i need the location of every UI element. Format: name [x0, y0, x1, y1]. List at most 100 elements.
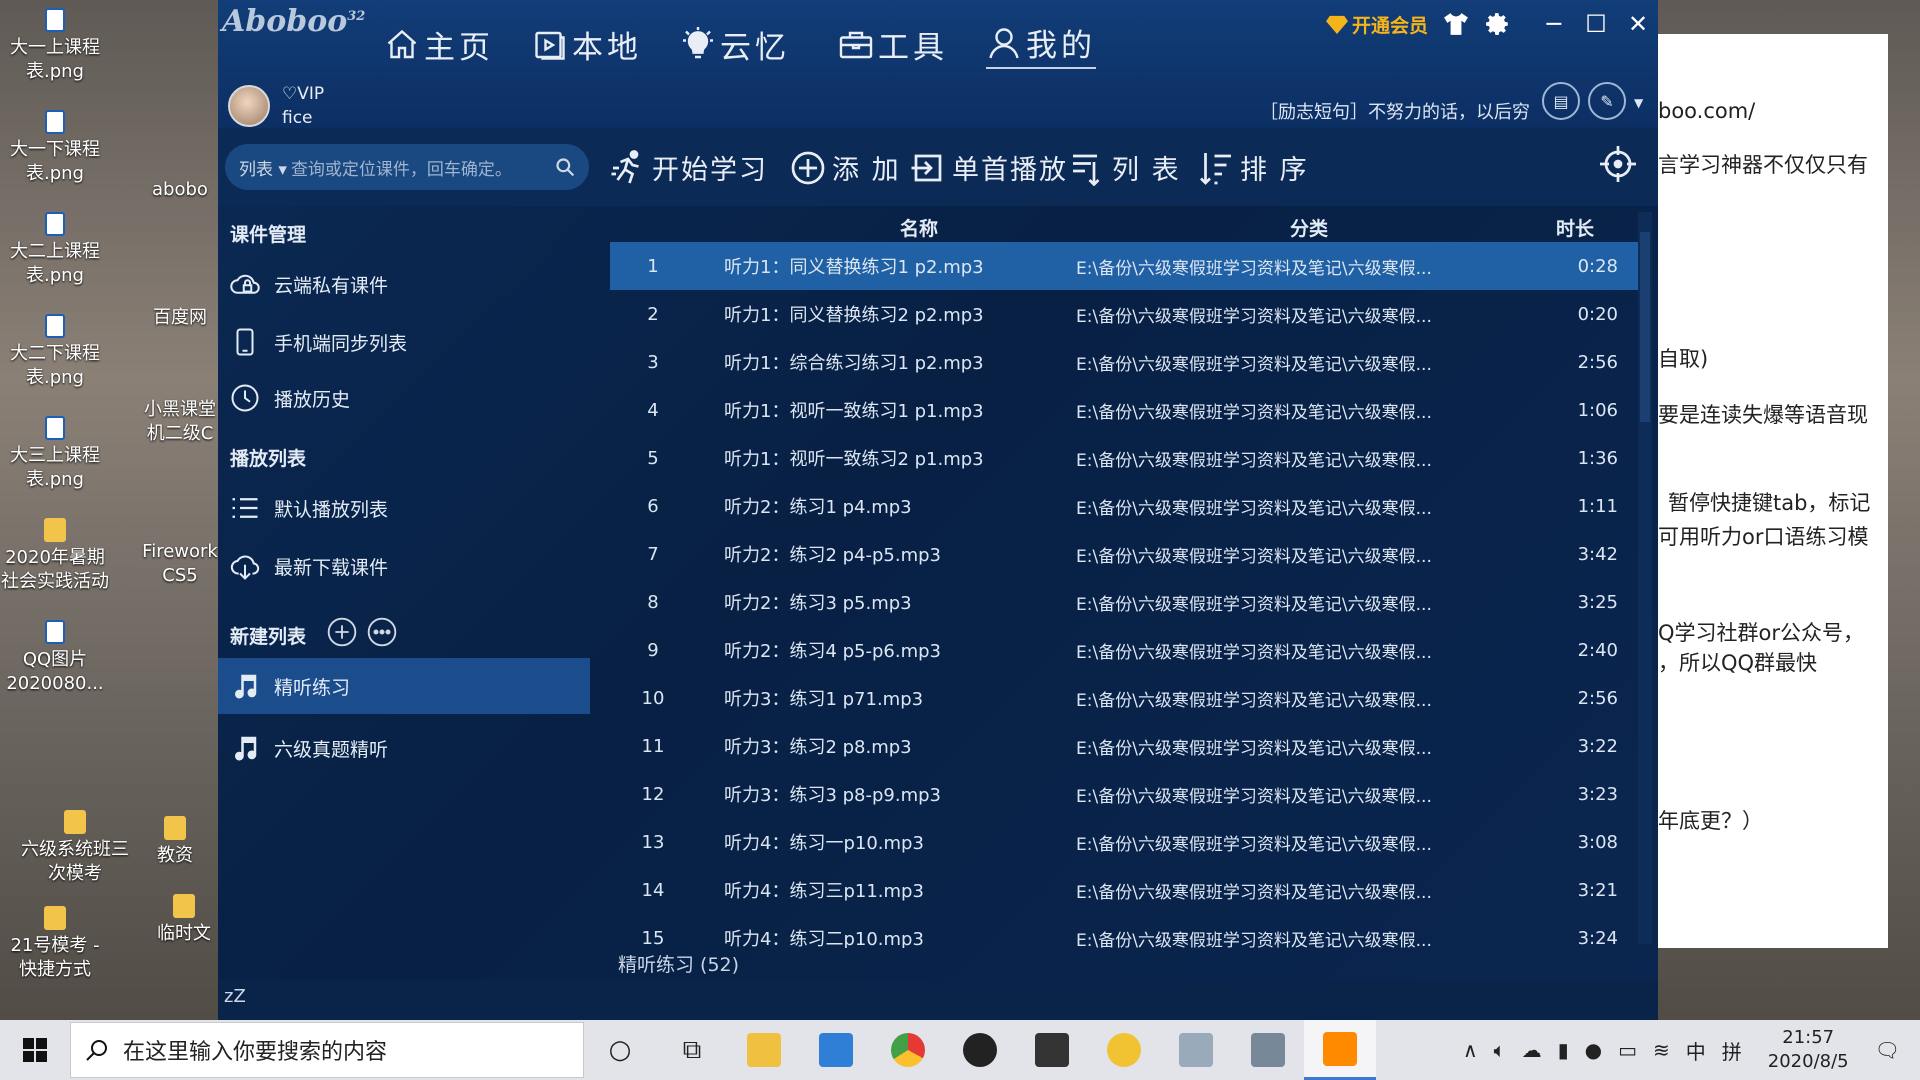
desktop-icon-app[interactable]: Firework CS5 [140, 540, 220, 588]
table-row[interactable]: 1 听力1：同义替换练习1 p2.mp3 E:\备份\六级寒假班学习资料及笔记\六级… [610, 242, 1642, 290]
table-row[interactable]: 15 听力4：练习二p10.mp3 E:\备份\六级寒假班学习资料及笔记\六级寒假.… [610, 914, 1642, 949]
table-row[interactable]: 12 听力3：练习3 p8-p9.mp3 E:\备份\六级寒假班学习资料及笔记\六级… [610, 770, 1642, 818]
ime-indicator[interactable]: 中 [1686, 1036, 1706, 1065]
start-button[interactable] [0, 1020, 70, 1080]
table-row[interactable]: 2 听力1：同义替换练习2 p2.mp3 E:\备份\六级寒假班学习资料及笔记\六级… [610, 290, 1642, 338]
avatar[interactable] [228, 85, 270, 127]
close-button[interactable]: ✕ [1624, 10, 1652, 38]
desktop-icon-file[interactable]: QQ图片 2020080... [0, 620, 110, 696]
search-icon[interactable] [555, 157, 575, 177]
search-box[interactable]: 列表 ▾ 查询或定位课件，回车确定。 [225, 144, 589, 190]
desktop-icon-folder[interactable]: 教资 [140, 816, 210, 868]
desktop-icon-file[interactable]: 大三上课程 表.png [0, 416, 110, 492]
row-name: 听力3：练习2 p8.mp3 [724, 737, 912, 758]
table-row[interactable]: 14 听力4：练习三p11.mp3 E:\备份\六级寒假班学习资料及笔记\六级寒假.… [610, 866, 1642, 914]
scrollbar-thumb[interactable] [1640, 232, 1650, 422]
taskbar-app[interactable] [1016, 1020, 1088, 1080]
volume-icon[interactable]: 🔈︎ [1494, 1038, 1506, 1062]
desktop-icon-label: Firework CS5 [142, 541, 218, 586]
desktop-icon-folder[interactable]: 六级系统班三 次模考 [20, 810, 130, 886]
more-options-button[interactable] [366, 616, 398, 652]
table-row[interactable]: 4 听力1：视听一致练习1 p1.mp3 E:\备份\六级寒假班学习资料及笔记\六级… [610, 386, 1642, 434]
table-row[interactable]: 11 听力3：练习2 p8.mp3 E:\备份\六级寒假班学习资料及笔记\六级寒假.… [610, 722, 1642, 770]
taskbar-app[interactable] [944, 1020, 1016, 1080]
edit-button[interactable]: ✎ [1588, 82, 1626, 120]
sidebar-item-history[interactable]: 播放历史 [218, 370, 590, 426]
desktop-icon-file[interactable]: 大一上课程 表.png [0, 8, 110, 84]
table-row[interactable]: 3 听力1：综合练习练习1 p2.mp3 E:\备份\六级寒假班学习资料及笔记\六级… [610, 338, 1642, 386]
search-scope-dropdown[interactable]: 列表 ▾ [239, 155, 287, 180]
sidebar-item-latest-downloads[interactable]: 最新下载课件 [218, 538, 590, 594]
dictionary-button[interactable]: ▤ [1542, 82, 1580, 120]
battery-icon[interactable]: ▭ [1618, 1038, 1637, 1062]
nav-home[interactable]: 主页 [384, 20, 494, 69]
add-list-button[interactable] [326, 616, 358, 652]
table-row[interactable]: 10 听力3：练习1 p71.mp3 E:\备份\六级寒假班学习资料及笔记\六级寒假… [610, 674, 1642, 722]
nav-mine[interactable]: 我的 [986, 20, 1096, 69]
taskbar-chrome[interactable] [872, 1020, 944, 1080]
sidebar-item-default-playlist[interactable]: 默认播放列表 [218, 480, 590, 536]
locate-button[interactable] [1600, 146, 1642, 182]
vip-upgrade-button[interactable]: 开通会员 [1326, 11, 1428, 38]
cloud-icon[interactable]: ☁︎ [1522, 1038, 1542, 1062]
desktop-icon-app[interactable]: 小黑课堂 机二级C [140, 398, 220, 446]
table-scrollbar[interactable] [1638, 212, 1652, 944]
chevron-up-icon[interactable]: ∧ [1463, 1038, 1478, 1062]
add-button[interactable]: 添 加 [790, 148, 901, 187]
ime-mode-indicator[interactable]: 拼 [1722, 1036, 1742, 1065]
sidebar-item-playlist-cet6[interactable]: 六级真题精听 [218, 720, 590, 776]
taskbar-app[interactable] [1232, 1020, 1304, 1080]
cortana-button[interactable]: ○ [584, 1020, 656, 1080]
taskbar-mail[interactable] [800, 1020, 872, 1080]
desktop-icon-folder[interactable]: 临时文 [150, 894, 218, 946]
skin-button[interactable] [1442, 10, 1470, 38]
desktop-icon-file[interactable]: 大一下课程 表.png [0, 110, 110, 186]
sidebar-item-mobile-sync[interactable]: 手机端同步列表 [218, 314, 590, 370]
microphone-icon[interactable]: ▮ [1558, 1038, 1569, 1062]
minimize-button[interactable]: ─ [1540, 10, 1568, 38]
column-header-name[interactable]: 名称 [900, 214, 938, 241]
chevron-down-icon[interactable]: ▼ [1634, 96, 1643, 110]
nav-local[interactable]: 本地 [532, 20, 642, 69]
table-row[interactable]: 7 听力2：练习2 p4-p5.mp3 E:\备份\六级寒假班学习资料及笔记\六级寒… [610, 530, 1642, 578]
taskbar-app[interactable] [1160, 1020, 1232, 1080]
taskbar-explorer[interactable] [728, 1020, 800, 1080]
sidebar-item-cloud-private[interactable]: 云端私有课件 [218, 256, 590, 312]
clock[interactable]: 21:57 2020/8/5 [1768, 1026, 1849, 1074]
taskbar-app[interactable] [1088, 1020, 1160, 1080]
nav-tools[interactable]: 工具 [838, 20, 948, 69]
start-learning-button[interactable]: 开始学习 [610, 148, 768, 187]
row-number: 10 [641, 687, 665, 709]
wifi-icon[interactable]: ≋ [1653, 1038, 1670, 1062]
desktop-icon-shortcut[interactable]: 21号模考 - 快捷方式 [0, 906, 110, 982]
background-text-window[interactable]: boo.com/ 言学习神器不仅仅只有 自取) 要是连读失爆等语音现 暂停快捷键… [1658, 34, 1888, 948]
single-play-button[interactable]: 单首播放 [910, 148, 1068, 187]
task-view-button[interactable]: ⧉ [656, 1020, 728, 1080]
clock-time: 21:57 [1782, 1027, 1835, 1048]
column-header-duration[interactable]: 时长 [1556, 214, 1594, 241]
qq-icon[interactable]: ● [1585, 1038, 1602, 1062]
nav-cloud-memory[interactable]: 云忆 [680, 20, 790, 69]
table-row[interactable]: 6 听力2：练习1 p4.mp3 E:\备份\六级寒假班学习资料及笔记\六级寒假..… [610, 482, 1642, 530]
desktop-icon-app[interactable]: 百度网 [140, 306, 220, 330]
sort-button[interactable]: 排 序 [1198, 148, 1309, 187]
list-mode-button[interactable]: 列 表 [1070, 148, 1181, 187]
notification-icon[interactable]: 🗨︎ [1875, 1038, 1900, 1062]
desktop-icon-folder[interactable]: 2020年暑期 社会实践活动 [0, 518, 110, 594]
desktop-icon-file[interactable]: 大二上课程 表.png [0, 212, 110, 288]
search-input[interactable]: 查询或定位课件，回车确定。 [291, 155, 555, 180]
taskbar-aboboo[interactable] [1304, 1020, 1376, 1080]
user-panel[interactable]: ♡VIP fice [228, 82, 324, 130]
desktop-icon-file[interactable]: 大二下课程 表.png [0, 314, 110, 390]
sidebar-item-playlist-intensive[interactable]: 精听练习 [218, 658, 590, 714]
maximize-button[interactable]: ☐ [1582, 10, 1610, 38]
column-header-category[interactable]: 分类 [1290, 214, 1328, 241]
settings-button[interactable] [1484, 10, 1512, 38]
table-row[interactable]: 5 听力1：视听一致练习2 p1.mp3 E:\备份\六级寒假班学习资料及笔记\六级… [610, 434, 1642, 482]
table-row[interactable]: 9 听力2：练习4 p5-p6.mp3 E:\备份\六级寒假班学习资料及笔记\六级寒… [610, 626, 1642, 674]
sleep-indicator[interactable]: zZ [224, 986, 246, 1007]
desktop-icon-app[interactable]: abobo [140, 178, 220, 202]
table-row[interactable]: 13 听力4：练习一p10.mp3 E:\备份\六级寒假班学习资料及笔记\六级寒假.… [610, 818, 1642, 866]
table-row[interactable]: 8 听力2：练习3 p5.mp3 E:\备份\六级寒假班学习资料及笔记\六级寒假..… [610, 578, 1642, 626]
taskbar-search[interactable]: 在这里输入你要搜索的内容 [70, 1022, 584, 1078]
